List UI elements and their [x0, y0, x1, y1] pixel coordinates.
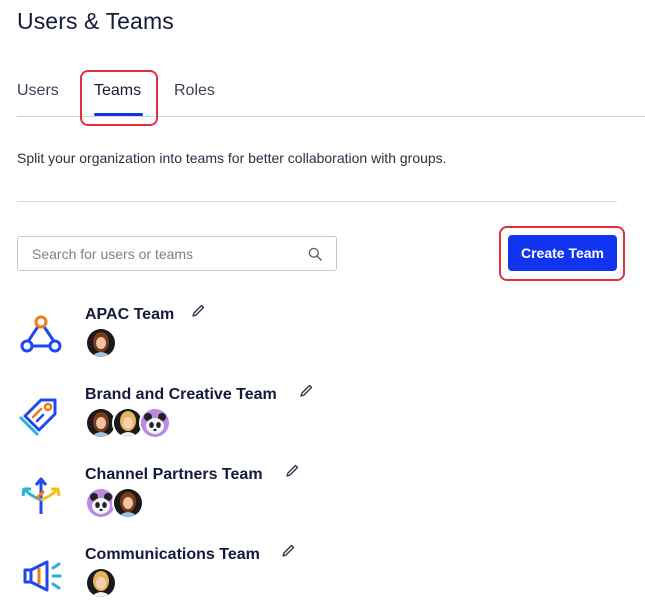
pencil-icon[interactable] [298, 383, 314, 399]
network-nodes-icon [20, 315, 62, 353]
woman-avatar[interactable] [112, 487, 144, 519]
pencil-icon[interactable] [190, 303, 206, 319]
team-row-apac[interactable]: APAC Team [0, 300, 645, 380]
team-name[interactable]: APAC Team [85, 306, 174, 324]
team-row-channel-partners[interactable]: Channel Partners Team [0, 460, 645, 540]
pencil-icon[interactable] [284, 463, 300, 479]
search-input[interactable] [32, 237, 302, 270]
tab-bar: Users Teams Roles [0, 70, 645, 126]
team-row-communications[interactable]: Communications Team [0, 540, 645, 607]
team-name[interactable]: Brand and Creative Team [85, 386, 277, 404]
tab-roles[interactable]: Roles [174, 82, 215, 100]
page-title: Users & Teams [17, 8, 174, 34]
megaphone-icon [23, 560, 62, 592]
section-divider [17, 201, 617, 202]
woman-avatar[interactable] [85, 327, 117, 359]
woman-blonde-avatar[interactable] [85, 567, 117, 599]
page-description: Split your organization into teams for b… [17, 150, 447, 166]
panda-avatar[interactable] [139, 407, 171, 439]
price-tag-icon [19, 398, 57, 436]
tab-teams[interactable]: Teams [94, 82, 141, 100]
team-name[interactable]: Communications Team [85, 546, 260, 564]
pencil-icon[interactable] [280, 543, 296, 559]
team-row-brand-creative[interactable]: Brand and Creative Team [0, 380, 645, 460]
team-name[interactable]: Channel Partners Team [85, 466, 263, 484]
search-icon[interactable] [308, 247, 322, 261]
split-arrows-icon [21, 477, 61, 514]
create-team-button[interactable]: Create Team [508, 235, 617, 271]
search-field[interactable] [17, 236, 337, 271]
tab-users[interactable]: Users [17, 82, 59, 100]
active-tab-indicator [94, 113, 143, 116]
